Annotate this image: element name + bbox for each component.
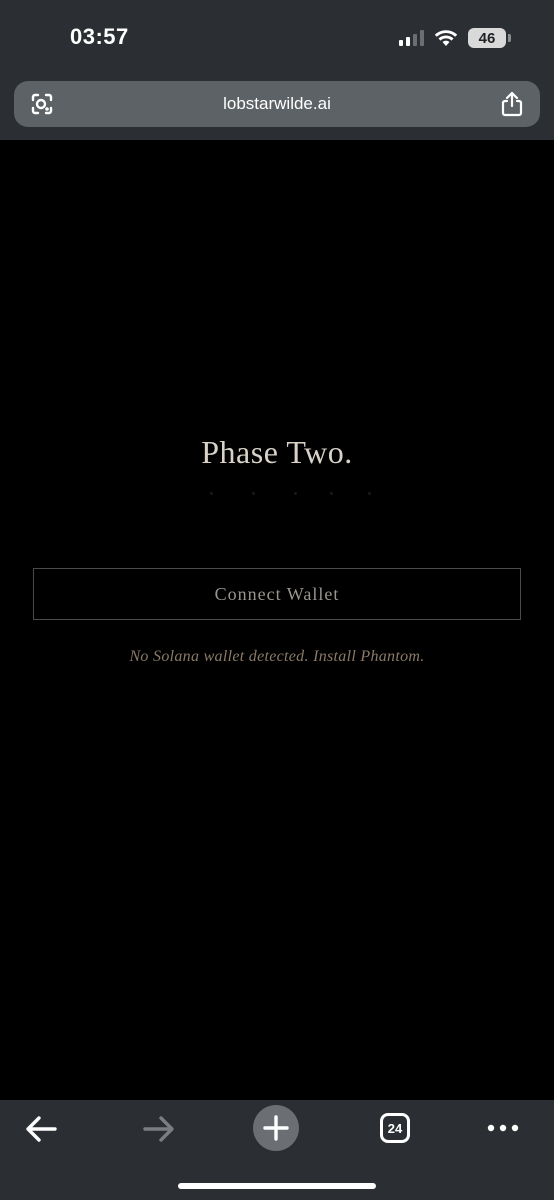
cellular-signal-icon: [399, 30, 424, 46]
new-tab-button[interactable]: [253, 1105, 299, 1151]
url-text[interactable]: lobstarwilde.ai: [14, 94, 540, 114]
address-bar[interactable]: lobstarwilde.ai: [14, 81, 540, 127]
battery-level: 46: [478, 29, 496, 47]
status-time: 03:57: [70, 24, 129, 49]
battery-icon: 46: [468, 28, 511, 48]
home-indicator[interactable]: [178, 1183, 376, 1189]
connect-wallet-button[interactable]: Connect Wallet: [33, 568, 521, 620]
wifi-icon: [434, 30, 458, 46]
top-browser-bar: 03:57 46 lobstarwilde.ai: [0, 0, 554, 140]
plus-icon: [263, 1115, 289, 1141]
battery-nub: [508, 34, 511, 42]
tab-count: 24: [387, 1120, 403, 1136]
page-content: Phase Two. Connect Wallet No Solana wall…: [0, 140, 554, 1100]
share-icon[interactable]: [500, 91, 524, 117]
more-icon[interactable]: [486, 1118, 520, 1138]
decorative-dots: [200, 490, 380, 496]
forward-arrow-icon[interactable]: [142, 1114, 176, 1144]
back-arrow-icon[interactable]: [24, 1114, 58, 1144]
bottom-toolbar: 24: [0, 1100, 554, 1200]
wallet-status-message: No Solana wallet detected. Install Phant…: [129, 648, 425, 665]
tabs-icon[interactable]: 24: [380, 1113, 410, 1143]
page-title: Phase Two.: [201, 434, 353, 470]
status-indicators: 46: [399, 26, 511, 50]
